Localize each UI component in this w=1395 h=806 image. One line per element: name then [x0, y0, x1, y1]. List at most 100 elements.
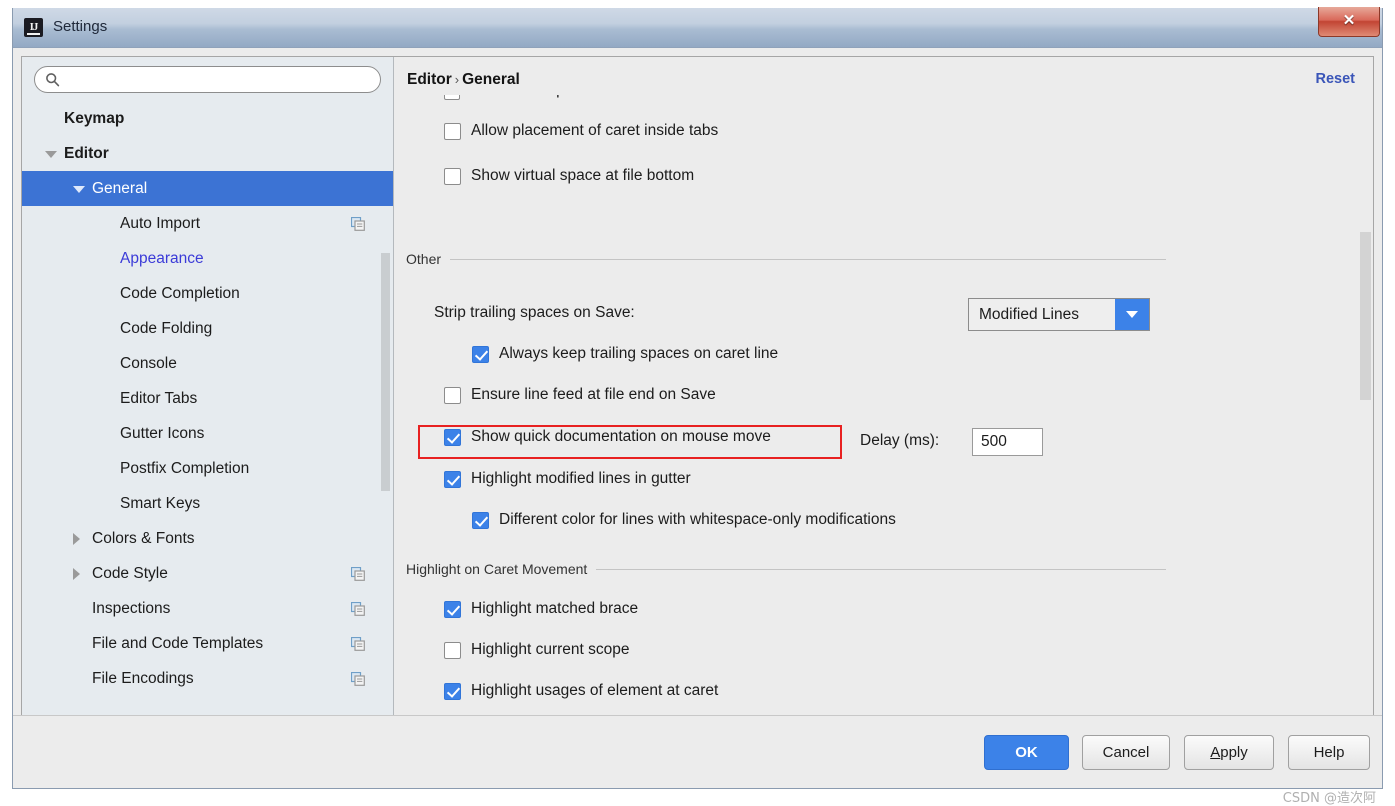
sidebar-item-label: Code Folding	[120, 319, 213, 337]
checkbox-show-virtual-space-at-file-bottom[interactable]: Show virtual space at file bottom	[444, 167, 694, 185]
search-field[interactable]	[34, 66, 381, 93]
delay-input[interactable]	[972, 428, 1043, 456]
sidebar-item-label: Code Completion	[120, 284, 240, 302]
copy-icon[interactable]	[350, 566, 365, 581]
sidebar-item-editor-tabs[interactable]: Editor Tabs	[22, 381, 393, 416]
sidebar-item-inspections[interactable]: Inspections	[22, 591, 393, 626]
checkbox-unchecked-icon[interactable]	[444, 167, 461, 185]
checkbox-label: Different color for lines with whitespac…	[499, 511, 896, 528]
reset-link[interactable]: Reset	[1316, 71, 1356, 87]
sidebar-item-label: General	[92, 179, 148, 197]
sidebar-item-gutter-icons[interactable]: Gutter Icons	[22, 416, 393, 451]
sidebar-item-label: Smart Keys	[120, 494, 201, 512]
sidebar-item-console[interactable]: Console	[22, 346, 393, 381]
checkbox-highlight-current-scope[interactable]: Highlight current scope	[444, 641, 630, 659]
sidebar-item-code-style[interactable]: Code Style	[22, 556, 393, 591]
apply-button[interactable]: Apply	[1184, 735, 1274, 770]
settings-tree-sidebar: Keymap Editor General Auto Import Appearance…	[22, 57, 394, 715]
sidebar-item-smart-keys[interactable]: Smart Keys	[22, 486, 393, 521]
copy-icon[interactable]	[350, 601, 365, 616]
sidebar-item-appearance[interactable]: Appearance	[22, 241, 393, 276]
sidebar-item-label: Gutter Icons	[120, 424, 205, 442]
settings-tree: Keymap Editor General Auto Import Appearance…	[22, 97, 393, 696]
copy-icon	[350, 566, 365, 581]
checkbox-checked-icon[interactable]	[444, 600, 461, 618]
copy-icon[interactable]	[350, 671, 365, 686]
sidebar-item-code-completion[interactable]: Code Completion	[22, 276, 393, 311]
apply-mnemonic: A	[1210, 744, 1221, 761]
group-header-highlight-on-caret-movement: Highlight on Caret Movement	[406, 561, 1166, 577]
sidebar-item-label: File Encodings	[92, 669, 194, 687]
checkbox-unchecked-icon[interactable]	[444, 122, 461, 140]
chevron-right-icon[interactable]	[73, 567, 80, 580]
sidebar-item-colors-fonts[interactable]: Colors & Fonts	[22, 521, 393, 556]
checkbox-checked-icon[interactable]	[444, 428, 461, 446]
checkbox-different-color-for-lines-with-whitespace-only-modifications[interactable]: Different color for lines with whitespac…	[472, 511, 896, 529]
main-scrollbar-thumb[interactable]	[1360, 232, 1371, 400]
strip-trailing-spaces-value: Modified Lines	[979, 305, 1079, 323]
checkbox-label: Highlight modified lines in gutter	[471, 470, 691, 487]
checkbox-checked-icon[interactable]	[472, 345, 489, 363]
help-button[interactable]: Help	[1288, 735, 1370, 770]
checkbox-allow-placement-of-caret-inside-tabs[interactable]: Allow placement of caret inside tabs	[444, 122, 718, 140]
checkbox-highlight-matched-brace[interactable]: Highlight matched brace	[444, 600, 638, 618]
checkbox-unchecked-icon[interactable]	[444, 641, 461, 659]
breadcrumb-root[interactable]: Editor	[407, 71, 452, 88]
checkbox-label: Highlight usages of element at caret	[471, 682, 719, 699]
sidebar-item-label: Keymap	[64, 109, 125, 127]
group-divider	[450, 258, 1166, 260]
dialog-button-bar: OK Cancel Apply Help CSDN @造次阿	[13, 715, 1382, 806]
checkbox-highlight-usages-of-element-at-caret[interactable]: Highlight usages of element at caret	[444, 682, 718, 700]
cancel-button[interactable]: Cancel	[1082, 735, 1170, 770]
chevron-down-icon[interactable]	[45, 150, 57, 158]
search-input[interactable]	[60, 70, 380, 89]
checkbox-label: Highlight current scope	[471, 641, 630, 658]
copy-icon	[350, 216, 365, 231]
checkbox-ensure-line-feed-at-file-end-on-save[interactable]: Ensure line feed at file end on Save	[444, 386, 716, 404]
sidebar-item-label: Colors & Fonts	[92, 529, 195, 547]
sidebar-item-keymap[interactable]: Keymap	[22, 101, 393, 136]
checkbox-checked-icon[interactable]	[444, 682, 461, 700]
sidebar-scrollbar-track[interactable]	[381, 57, 392, 715]
checkbox-checked-icon[interactable]	[472, 511, 489, 529]
copy-icon[interactable]	[350, 216, 365, 231]
sidebar-item-postfix-completion[interactable]: Postfix Completion	[22, 451, 393, 486]
checkbox-label: Ensure line feed at file end on Save	[471, 386, 716, 403]
group-title: Highlight on Caret Movement	[406, 561, 588, 577]
sidebar-item-editor[interactable]: Editor	[22, 136, 393, 171]
copy-icon	[350, 601, 365, 616]
copy-icon[interactable]	[350, 636, 365, 651]
checkbox-label: Allow placement of caret inside tabs	[471, 122, 719, 139]
search-container	[22, 57, 393, 97]
sidebar-item-label: Console	[120, 354, 177, 372]
close-icon[interactable]: ✕	[1318, 7, 1380, 37]
sidebar-item-file-and-code-templates[interactable]: File and Code Templates	[22, 626, 393, 661]
sidebar-item-label: Postfix Completion	[120, 459, 250, 477]
checkbox-show-quick-documentation-on-mouse-move[interactable]: Show quick documentation on mouse move	[444, 428, 771, 446]
sidebar-item-general[interactable]: General	[22, 171, 393, 206]
chevron-down-icon[interactable]	[1115, 299, 1149, 330]
checkbox-always-keep-trailing-spaces-on-caret-line[interactable]: Always keep trailing spaces on caret lin…	[472, 345, 778, 363]
sidebar-item-auto-import[interactable]: Auto Import	[22, 206, 393, 241]
group-title: Other	[406, 251, 442, 267]
clipped-row-label: Use soft wraps in editor	[470, 95, 632, 99]
sidebar-item-file-encodings[interactable]: File Encodings	[22, 661, 393, 696]
sidebar-item-code-folding[interactable]: Code Folding	[22, 311, 393, 346]
checkbox-checked-icon[interactable]	[444, 470, 461, 488]
ok-button[interactable]: OK	[984, 735, 1069, 770]
checkbox-unchecked-icon[interactable]	[444, 386, 461, 404]
clipped-row-partial: Use soft wraps in editor	[444, 95, 704, 101]
breadcrumb: Editor › General	[407, 71, 520, 89]
settings-detail-panel: Editor›General Reset Use soft wraps in e…	[394, 57, 1373, 715]
sidebar-scrollbar-thumb[interactable]	[381, 253, 390, 491]
chevron-right-icon[interactable]	[73, 532, 80, 545]
sidebar-item-label: Appearance	[120, 249, 204, 267]
checkbox-label: Show virtual space at file bottom	[471, 167, 695, 184]
delay-label: Delay (ms):	[860, 432, 940, 449]
breadcrumb-current: General	[462, 71, 520, 88]
chevron-down-icon[interactable]	[73, 185, 85, 193]
strip-trailing-spaces-dropdown[interactable]: Modified Lines	[968, 298, 1150, 331]
settings-dialog-window: IJ Settings ✕ Keymap Editor General Auto Im…	[12, 7, 1383, 806]
group-divider	[596, 568, 1166, 570]
checkbox-highlight-modified-lines-in-gutter[interactable]: Highlight modified lines in gutter	[444, 470, 691, 488]
